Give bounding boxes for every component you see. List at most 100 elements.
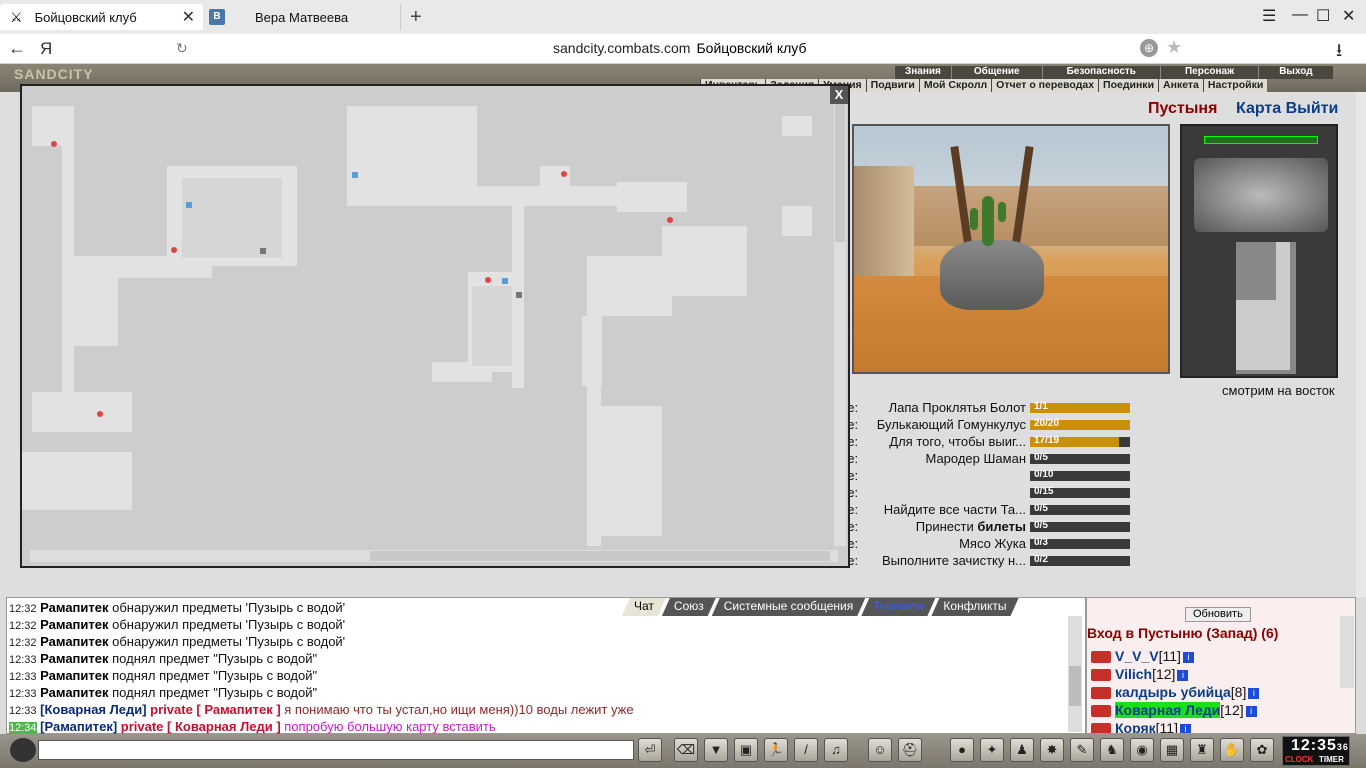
filter-icon[interactable]: ▼ bbox=[704, 738, 728, 762]
quest-label[interactable]: Мясо Жука bbox=[959, 536, 1026, 551]
quest-label[interactable]: Для того, чтобы выиг... bbox=[889, 434, 1026, 449]
refresh-button[interactable]: Обновить bbox=[1185, 607, 1251, 622]
eraser-icon[interactable]: ⌫ bbox=[674, 738, 698, 762]
tool10-icon[interactable]: ✋ bbox=[1220, 738, 1244, 762]
close-icon[interactable]: ✕ bbox=[182, 7, 195, 27]
quest-label[interactable]: Выполните зачистку н... bbox=[882, 553, 1026, 568]
tool5-icon[interactable]: ✎ bbox=[1070, 738, 1094, 762]
sound-icon[interactable]: ♫ bbox=[824, 738, 848, 762]
user-name[interactable]: калдырь убийца bbox=[1115, 684, 1231, 700]
subnav-fights[interactable]: Поединки bbox=[1098, 79, 1159, 92]
subnav-profile[interactable]: Анкета bbox=[1158, 79, 1203, 92]
tab-vk[interactable]: В Вера Матвеева bbox=[205, 4, 401, 30]
nav-character[interactable]: Персонаж bbox=[1159, 66, 1259, 79]
private-message-icon[interactable] bbox=[1091, 705, 1111, 718]
chat-sender[interactable]: Рамапитек bbox=[40, 651, 108, 666]
info-icon[interactable]: i bbox=[1245, 705, 1257, 717]
save-icon[interactable]: ▣ bbox=[734, 738, 758, 762]
tool3-icon[interactable]: ♟ bbox=[1010, 738, 1034, 762]
quest-label[interactable]: Найдите все части Та... bbox=[884, 502, 1026, 517]
tool1-icon[interactable]: ● bbox=[950, 738, 974, 762]
private-message-icon[interactable] bbox=[1091, 651, 1111, 664]
chat-time[interactable]: 12:32 bbox=[9, 603, 37, 615]
info-icon[interactable]: i bbox=[1177, 669, 1189, 681]
chat-time[interactable]: 12:32 bbox=[9, 620, 37, 632]
chat-time[interactable]: 12:33 bbox=[9, 705, 37, 717]
tool4-icon[interactable]: ✸ bbox=[1040, 738, 1064, 762]
tool9-icon[interactable]: ♜ bbox=[1190, 738, 1214, 762]
yandex-logo[interactable]: Я bbox=[40, 39, 52, 59]
close-window-icon[interactable]: ✕ bbox=[1342, 6, 1355, 26]
chat-time[interactable]: 12:34 bbox=[9, 722, 37, 734]
translit-icon[interactable]: / bbox=[794, 738, 818, 762]
chat-sender[interactable]: Рамапитек bbox=[40, 600, 108, 615]
info-icon[interactable]: i bbox=[1182, 651, 1194, 663]
tool8-icon[interactable]: ▦ bbox=[1160, 738, 1184, 762]
tool7-icon[interactable]: ◉ bbox=[1130, 738, 1154, 762]
back-arrow-icon[interactable]: ← bbox=[8, 38, 26, 59]
minimize-icon[interactable]: — bbox=[1292, 6, 1308, 24]
tab-conflicts[interactable]: Конфликты bbox=[931, 598, 1018, 616]
private-message-icon[interactable] bbox=[1091, 687, 1111, 700]
url-field[interactable]: sandcity.combats.com Бойцовский клуб bbox=[553, 40, 806, 56]
user-list-scrollbar[interactable] bbox=[1340, 616, 1354, 688]
nav-knowledge[interactable]: Знания bbox=[894, 66, 951, 79]
subnav-feats[interactable]: Подвиги bbox=[865, 79, 919, 92]
chat-time[interactable]: 12:32 bbox=[9, 637, 37, 649]
chat-sender[interactable]: Рамапитек bbox=[40, 685, 108, 700]
smile-icon[interactable]: ☺ bbox=[868, 738, 892, 762]
subnav-scroll[interactable]: Мой Скролл bbox=[918, 79, 992, 92]
menu-icon[interactable]: ☰ bbox=[1262, 6, 1276, 26]
quest-label[interactable]: Принести билеты bbox=[916, 519, 1026, 534]
scroll-thumb[interactable] bbox=[1069, 666, 1081, 706]
tab-system[interactable]: Системные сообщения bbox=[712, 598, 866, 616]
nav-exit[interactable]: Выход bbox=[1258, 66, 1333, 79]
map-horizontal-scrollbar[interactable] bbox=[30, 550, 838, 562]
subnav-transfers[interactable]: Отчет о переводах bbox=[991, 79, 1099, 92]
quest-label[interactable]: Булькающий Гомункулус bbox=[877, 417, 1026, 432]
map-close-button[interactable]: X bbox=[830, 86, 848, 104]
new-tab-button[interactable]: + bbox=[410, 6, 422, 29]
user-name[interactable]: Коварная Леди bbox=[1115, 702, 1221, 718]
chat-sender[interactable]: Рамапитек bbox=[40, 617, 108, 632]
page-scrollbar[interactable] bbox=[1356, 92, 1366, 597]
chat-sender[interactable]: Рамапитек bbox=[40, 634, 108, 649]
chat-time[interactable]: 12:33 bbox=[9, 688, 37, 700]
tab-union[interactable]: Союз bbox=[662, 598, 716, 616]
runner-icon[interactable]: 🏃 bbox=[764, 738, 788, 762]
scroll-thumb[interactable] bbox=[835, 102, 845, 242]
maximize-icon[interactable]: ☐ bbox=[1316, 6, 1330, 26]
info-icon[interactable]: i bbox=[1179, 723, 1191, 733]
chat-sender[interactable]: [Коварная Леди] bbox=[40, 702, 146, 717]
subnav-settings[interactable]: Настройки bbox=[1202, 79, 1268, 92]
globe-icon[interactable]: ⊕ bbox=[1140, 39, 1158, 57]
nav-communication[interactable]: Общение bbox=[950, 66, 1042, 79]
movement-compass[interactable] bbox=[1194, 158, 1328, 232]
helmet-icon[interactable]: ⛑ bbox=[898, 738, 922, 762]
chat-time[interactable]: 12:33 bbox=[9, 671, 37, 683]
tab-chat[interactable]: Чат bbox=[622, 598, 666, 616]
scroll-thumb[interactable] bbox=[370, 551, 830, 561]
chat-time[interactable]: 12:33 bbox=[9, 654, 37, 666]
private-message-icon[interactable] bbox=[1091, 669, 1111, 682]
map-vertical-scrollbar[interactable] bbox=[834, 102, 846, 546]
tool6-icon[interactable]: ♞ bbox=[1100, 738, 1124, 762]
user-name[interactable]: Vilich bbox=[1115, 666, 1152, 682]
quest-label[interactable]: Мародер Шаман bbox=[925, 451, 1026, 466]
tab-combats[interactable]: ⚔ Бойцовский клуб ✕ bbox=[0, 4, 203, 30]
user-name[interactable]: V_V_V bbox=[1115, 648, 1159, 664]
info-icon[interactable]: i bbox=[1248, 687, 1260, 699]
chat-head-icon[interactable] bbox=[10, 738, 36, 762]
tool11-icon[interactable]: ✿ bbox=[1250, 738, 1274, 762]
bookmark-star-icon[interactable]: ★ bbox=[1166, 37, 1182, 58]
nav-security[interactable]: Безопасность bbox=[1041, 66, 1160, 79]
tool2-icon[interactable]: ✦ bbox=[980, 738, 1004, 762]
chat-scrollbar[interactable] bbox=[1068, 616, 1082, 732]
chat-input[interactable] bbox=[38, 740, 634, 760]
private-message-icon[interactable] bbox=[1091, 723, 1111, 733]
private-tag[interactable]: private [ Рамапитек ] bbox=[147, 702, 285, 717]
tab-trade[interactable]: Торговля bbox=[861, 598, 935, 616]
clock-label[interactable]: CLOCK bbox=[1285, 755, 1313, 764]
well-object[interactable] bbox=[940, 240, 1044, 310]
timer-label[interactable]: TIMER bbox=[1319, 755, 1344, 764]
